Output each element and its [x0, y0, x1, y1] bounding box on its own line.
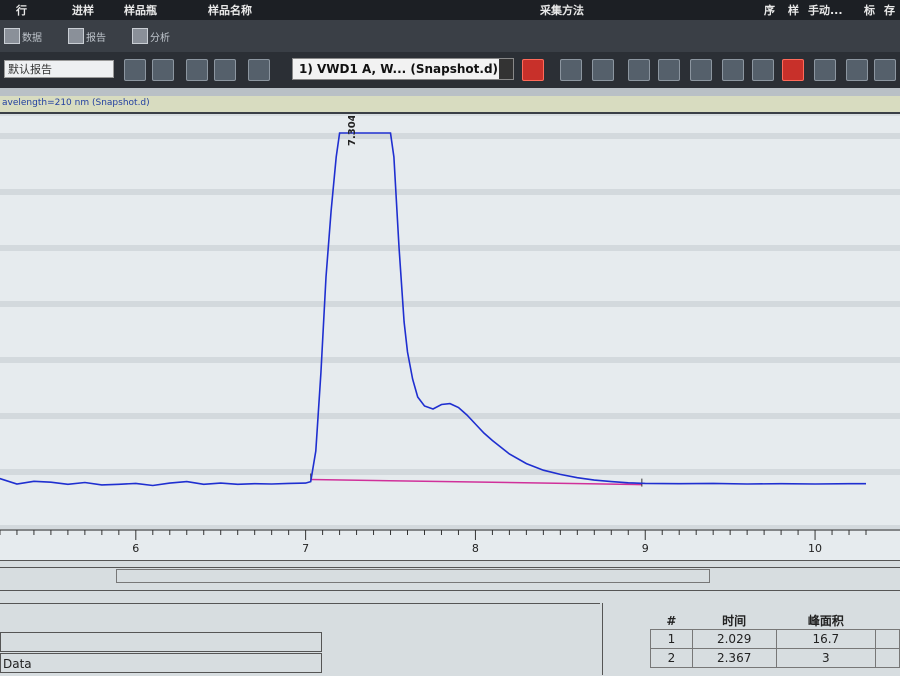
column-header-sample[interactable]: 样 — [788, 2, 799, 18]
mini-toolbar-report[interactable]: 报告 — [86, 29, 106, 44]
column-header-row[interactable]: 行 — [16, 2, 27, 18]
signal-title-bar: avelength=210 nm (Snapshot.d) — [0, 96, 900, 114]
info-field-empty — [0, 632, 322, 652]
x-tick-label: 6 — [132, 542, 139, 555]
calibration-table-icon[interactable] — [846, 59, 868, 81]
column-header-manual[interactable]: 手动... — [808, 2, 843, 18]
column-header-std[interactable]: 标 — [864, 2, 875, 18]
report-selector[interactable]: 默认报告 — [4, 60, 114, 78]
zoom-in-icon[interactable] — [560, 59, 582, 81]
x-tick-label: 9 — [642, 542, 649, 555]
column-header-save[interactable]: 存 — [884, 2, 895, 18]
mini-toolbar-analysis[interactable]: 分析 — [150, 29, 170, 44]
table-row[interactable]: 2 2.367 3 — [650, 648, 900, 668]
column-header-vial[interactable]: 样品瓶 — [124, 2, 157, 18]
signal-title: avelength=210 nm (Snapshot.d) — [2, 98, 150, 108]
column-header-sample-name[interactable]: 样品名称 — [208, 2, 252, 18]
peak-manual-icon[interactable] — [752, 59, 774, 81]
signal-selector[interactable]: 1) VWD1 A, W... (Snapshot.d) — [292, 58, 514, 80]
mini-toolbar-data[interactable]: 数据 — [22, 29, 42, 44]
result-time: 2.367 — [691, 648, 777, 668]
sequence-column-header: 行 进样 样品瓶 样品名称 采集方法 序 样 手动... 标 存 — [0, 0, 900, 20]
save-method-icon[interactable] — [874, 59, 896, 81]
results-header-area: 峰面积 — [807, 614, 844, 628]
play-icon[interactable] — [628, 59, 650, 81]
chevron-down-icon[interactable] — [499, 59, 513, 79]
integration-results-table: # 时间 峰面积 1 2.029 16.7 2 2.367 3 — [650, 612, 900, 668]
peak-valley-icon[interactable] — [690, 59, 712, 81]
toolbar-separator — [0, 88, 900, 96]
copy-report-icon[interactable] — [124, 59, 146, 81]
data-icon[interactable] — [4, 28, 20, 44]
zoom-out-icon[interactable] — [592, 59, 614, 81]
integrate-icon[interactable] — [522, 59, 544, 81]
peak-delete-icon[interactable] — [782, 59, 804, 81]
result-index: 2 — [650, 648, 693, 668]
settings-icon[interactable] — [248, 59, 270, 81]
chromatogram-chart[interactable]: 7.304 6 7 8 9 10 — [0, 116, 900, 560]
report-icon[interactable] — [68, 28, 84, 44]
mini-toolbar: 数据 报告 分析 — [0, 20, 900, 52]
print-icon[interactable] — [214, 59, 236, 81]
info-field-data: Data — [0, 653, 322, 673]
column-header-method[interactable]: 采集方法 — [540, 2, 584, 18]
result-index: 1 — [650, 629, 693, 649]
x-tick-label: 7 — [302, 542, 309, 555]
result-area: 3 — [775, 648, 877, 668]
column-header-injection[interactable]: 进样 — [72, 2, 94, 18]
horizontal-scrollbar[interactable] — [116, 569, 710, 583]
peak-retention-label: 7.304 — [347, 116, 358, 146]
result-area: 16.7 — [775, 629, 877, 649]
results-header-index: # — [666, 613, 677, 628]
analysis-icon[interactable] — [132, 28, 148, 44]
sample-info-panel: Data — [0, 603, 600, 676]
main-toolbar: 默认报告 1) VWD1 A, W... (Snapshot.d) — [0, 52, 900, 88]
table-row[interactable]: 1 2.029 16.7 — [650, 629, 900, 649]
signal-selector-label: 1) VWD1 A, W... (Snapshot.d) — [299, 62, 499, 76]
panel-divider — [602, 603, 603, 675]
peak-split-icon[interactable] — [722, 59, 744, 81]
column-header-seq[interactable]: 序 — [764, 2, 775, 18]
result-time: 2.029 — [691, 629, 777, 649]
results-header-time: 时间 — [722, 614, 747, 628]
peak-start-icon[interactable] — [658, 59, 680, 81]
x-tick-label: 8 — [472, 542, 479, 555]
x-tick-label: 10 — [808, 542, 822, 555]
preview-report-icon[interactable] — [152, 59, 174, 81]
export-report-icon[interactable] — [186, 59, 208, 81]
plot-background — [0, 116, 900, 560]
calibrate-icon[interactable] — [814, 59, 836, 81]
